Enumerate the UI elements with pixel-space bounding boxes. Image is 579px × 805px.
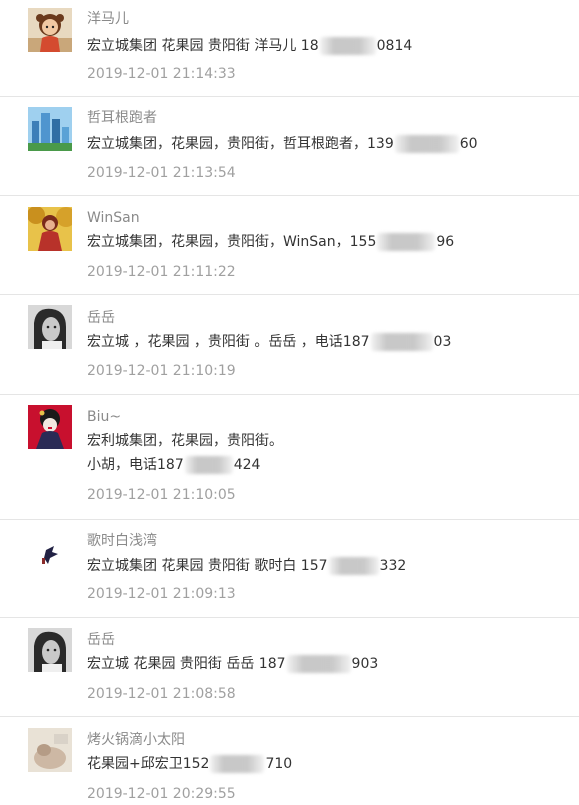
redacted-phone-blur [210, 755, 265, 773]
redacted-phone-blur [286, 655, 351, 673]
redacted-phone-blur [319, 37, 376, 55]
comment-timestamp: 2019-12-01 21:11:22 [87, 264, 236, 280]
comment-text: 宏立城 花果园 贵阳街 岳岳 187 903 [87, 655, 379, 673]
commenter-name[interactable]: 洋马儿 [87, 10, 129, 28]
comment-text: 宏立城集团，花果园，贵阳街，哲耳根跑者，139 60 [87, 135, 478, 153]
bw-portrait-avatar-icon[interactable] [28, 305, 72, 349]
comment-text: 花果园+邱宏卫152 710 [87, 755, 293, 773]
comment-timestamp: 2019-12-01 21:10:19 [87, 363, 236, 379]
commenter-name[interactable]: 岳岳 [87, 631, 115, 649]
woman-autumn-avatar-icon[interactable] [28, 207, 72, 251]
ink-figure-avatar-icon[interactable] [28, 532, 72, 576]
comment-item: 岳岳 宏立城 ，花果园 ，贵阳街 。岳岳 ，电话187 03 2019-12-01… [0, 295, 579, 395]
comment-timestamp: 2019-12-01 21:09:13 [87, 586, 236, 602]
comment-timestamp: 2019-12-01 21:08:58 [87, 686, 236, 702]
comment-item: 哲耳根跑者 宏立城集团，花果园，贵阳街，哲耳根跑者，139 60 2019-12-… [0, 97, 579, 196]
bw-portrait-avatar-icon[interactable] [28, 628, 72, 672]
comment-timestamp: 2019-12-01 21:10:05 [87, 487, 236, 503]
city-building-avatar-icon[interactable] [28, 107, 72, 151]
comment-item: 烤火锅滴小太阳 花果园+邱宏卫152 710 2019-12-01 20:29:5… [0, 717, 579, 805]
comment-item: 歌时白浅湾 宏立城集团 花果园 贵阳街 歌时白 157 332 2019-12-0… [0, 520, 579, 618]
redacted-phone-blur [370, 333, 433, 351]
comment-item: 洋马儿 宏立城集团 花果园 贵阳街 洋马儿 18 0814 2019-12-01 … [0, 0, 579, 97]
comment-text: 宏利城集团，花果园，贵阳街。 小胡，电话187 424 [87, 433, 283, 474]
comment-text: 宏立城 ，花果园 ，贵阳街 。岳岳 ，电话187 03 [87, 333, 452, 351]
comment-item: Biu~ 宏利城集团，花果园，贵阳街。 小胡，电话187 424 2019-12-… [0, 395, 579, 520]
commenter-name[interactable]: 烤火锅滴小太阳 [87, 731, 185, 749]
commenter-name[interactable]: Biu~ [87, 408, 121, 426]
comment-item: WinSan 宏立城集团，花果园，贵阳街，WinSan，155 96 2019-1… [0, 196, 579, 295]
commenter-name[interactable]: WinSan [87, 209, 140, 227]
commenter-name[interactable]: 哲耳根跑者 [87, 109, 157, 127]
comment-text: 宏立城集团 花果园 贵阳街 歌时白 157 332 [87, 557, 407, 575]
comment-timestamp: 2019-12-01 20:29:55 [87, 786, 236, 802]
red-geisha-avatar-icon[interactable] [28, 405, 72, 449]
comment-timestamp: 2019-12-01 21:13:54 [87, 165, 236, 181]
redacted-phone-blur [328, 557, 379, 575]
cartoon-girl-avatar-icon[interactable] [28, 8, 72, 52]
cat-photo-avatar-icon[interactable] [28, 728, 72, 772]
comment-timestamp: 2019-12-01 21:14:33 [87, 66, 236, 82]
comment-item: 岳岳 宏立城 花果园 贵阳街 岳岳 187 903 2019-12-01 21:0… [0, 618, 579, 717]
comment-text: 宏立城集团，花果园，贵阳街，WinSan，155 96 [87, 233, 455, 251]
comment-text: 宏立城集团 花果园 贵阳街 洋马儿 18 0814 [87, 37, 413, 55]
redacted-phone-blur [184, 456, 233, 474]
commenter-name[interactable]: 岳岳 [87, 309, 115, 327]
redacted-phone-blur [377, 233, 436, 251]
redacted-phone-blur [394, 135, 459, 153]
commenter-name[interactable]: 歌时白浅湾 [87, 532, 157, 550]
